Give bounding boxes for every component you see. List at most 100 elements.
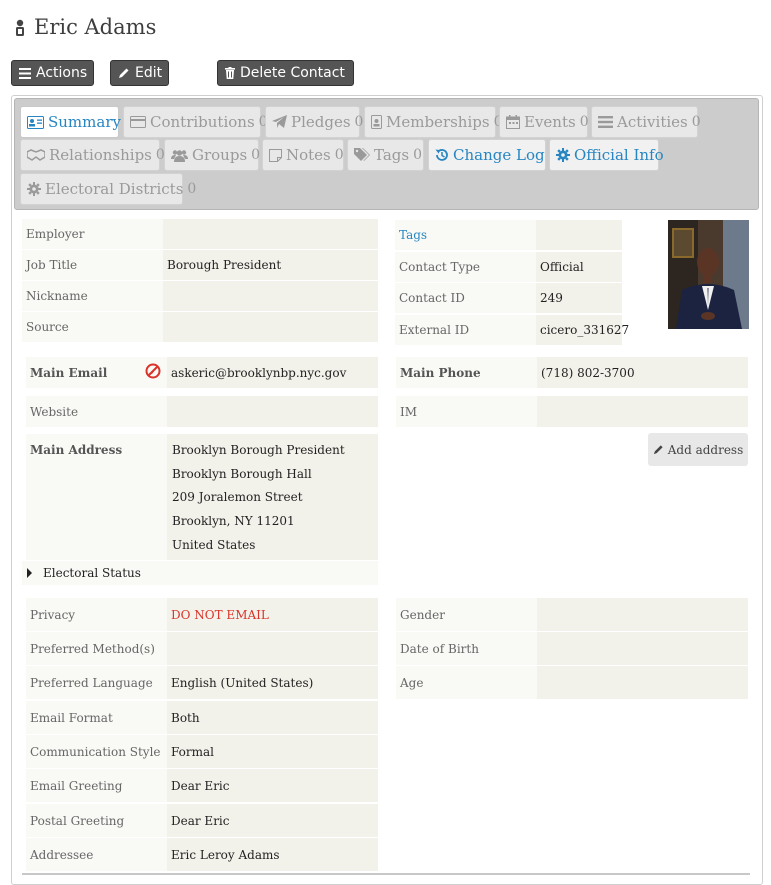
history-icon <box>435 149 448 161</box>
tasks-icon <box>598 116 613 128</box>
email-format-label: Email Format <box>26 701 167 734</box>
age-value <box>537 666 748 699</box>
tab-label: Activities <box>617 113 688 131</box>
address-line: Brooklyn Borough President <box>172 443 345 457</box>
tab-label: Official Info <box>574 146 664 164</box>
delete-label: Delete Contact <box>240 65 345 81</box>
sticky-note-icon <box>269 148 282 162</box>
im-label: IM <box>396 396 537 427</box>
preferred-method-label: Preferred Method(s) <box>26 632 167 665</box>
address-line: 209 Joralemon Street <box>172 490 303 505</box>
dob-value <box>537 632 748 665</box>
email-format-value: Both <box>167 701 378 734</box>
addressee-value: Eric Leroy Adams <box>167 838 378 871</box>
tab-label: Change Log <box>453 146 545 164</box>
tab-label: Groups <box>192 146 248 164</box>
website-label: Website <box>26 396 167 427</box>
pencil-icon <box>653 445 663 455</box>
gear-icon <box>27 182 41 196</box>
preferred-language-label: Preferred Language <box>26 666 167 699</box>
electoral-status-label: Electoral Status <box>43 566 141 580</box>
tags-value <box>536 220 622 250</box>
tab-relationships[interactable]: Relationships 0 <box>20 139 165 171</box>
tab-official-info[interactable]: Official Info <box>549 139 664 171</box>
caret-right-icon <box>27 568 32 578</box>
tab-summary[interactable]: Summary <box>20 106 121 138</box>
main-address-value: Brooklyn Borough President Brooklyn Boro… <box>167 434 378 560</box>
credit-card-icon <box>130 116 146 128</box>
pencil-icon <box>118 67 130 79</box>
bars-icon <box>19 67 31 79</box>
tab-label: Electoral Districts <box>45 180 184 198</box>
tab-label: Relationships <box>49 146 152 164</box>
tab-activities[interactable]: Activities 0 <box>591 106 701 138</box>
tab-label: Summary <box>48 113 121 131</box>
id-card-icon <box>27 115 44 129</box>
electoral-status-toggle[interactable]: Electoral Status <box>22 561 378 585</box>
contact-id-label: Contact ID <box>395 283 536 313</box>
edit-label: Edit <box>135 65 163 81</box>
handshake-icon <box>27 149 45 161</box>
actions-button[interactable]: Actions <box>11 60 94 86</box>
contact-type-label: Contact Type <box>395 252 536 282</box>
contact-id-value: 249 <box>536 283 622 313</box>
trash-icon <box>225 67 235 79</box>
users-icon <box>171 149 188 162</box>
edit-button[interactable]: Edit <box>110 60 169 86</box>
privacy-value: DO NOT EMAIL <box>167 598 378 631</box>
tab-count: 0 <box>187 181 197 197</box>
main-phone-label: Main Phone <box>396 357 537 388</box>
actions-label: Actions <box>36 65 88 81</box>
source-value <box>163 312 378 342</box>
contact-photo[interactable] <box>668 220 749 329</box>
gender-value <box>537 598 748 631</box>
tab-events[interactable]: Events 0 <box>499 106 589 138</box>
tab-label: Memberships <box>386 113 490 131</box>
tab-count: 0 <box>691 114 701 130</box>
tab-contributions[interactable]: Contributions 0 <box>123 106 268 138</box>
tab-count: 0 <box>413 147 423 163</box>
address-line: United States <box>172 537 256 552</box>
source-label: Source <box>22 312 163 342</box>
external-id-value: cicero_331627 <box>536 315 629 345</box>
add-address-label: Add address <box>667 442 744 457</box>
im-value <box>537 396 748 427</box>
tab-groups[interactable]: Groups 0 <box>164 139 261 171</box>
contact-type-value: Official <box>536 252 622 282</box>
email-greeting-label: Email Greeting <box>26 769 167 802</box>
tab-label: Contributions <box>150 113 255 131</box>
main-phone-value: (718) 802-3700 <box>537 357 748 388</box>
job-title-label: Job Title <box>22 250 163 280</box>
no-email-icon <box>145 363 161 379</box>
tab-change-log[interactable]: Change Log 1 <box>428 139 558 171</box>
tab-memberships[interactable]: Memberships 0 <box>364 106 503 138</box>
main-email-value[interactable]: askeric@brooklynbp.nyc.gov <box>167 357 378 388</box>
nickname-value <box>163 281 378 311</box>
tab-tags[interactable]: Tags 0 <box>347 139 424 171</box>
tab-count: 0 <box>579 114 589 130</box>
tab-label: Tags <box>374 146 410 164</box>
communication-style-label: Communication Style <box>26 735 167 768</box>
tab-label: Pledges <box>291 113 351 131</box>
tab-label: Events <box>524 113 576 131</box>
gear-icon <box>556 148 570 162</box>
postal-greeting-value: Dear Eric <box>167 804 378 837</box>
tags-icon <box>354 148 370 161</box>
preferred-language-value: English (United States) <box>167 666 378 699</box>
gender-label: Gender <box>396 598 537 631</box>
tab-electoral-districts[interactable]: Electoral Districts 0 <box>20 173 196 205</box>
id-badge-icon <box>371 115 382 129</box>
nickname-label: Nickname <box>22 281 163 311</box>
delete-contact-button[interactable]: Delete Contact <box>217 60 354 86</box>
add-address-button[interactable]: Add address <box>648 433 748 466</box>
privacy-label: Privacy <box>26 598 167 631</box>
tags-link[interactable]: Tags <box>395 220 536 250</box>
tab-count: 0 <box>251 147 261 163</box>
employer-label: Employer <box>22 219 163 249</box>
tab-notes[interactable]: Notes 0 <box>262 139 344 171</box>
tab-pledges[interactable]: Pledges 0 <box>265 106 363 138</box>
dob-label: Date of Birth <box>396 632 537 665</box>
tab-count: 0 <box>334 147 344 163</box>
address-line: Brooklyn, NY 11201 <box>172 514 295 529</box>
job-title-value: Borough President <box>163 250 378 280</box>
